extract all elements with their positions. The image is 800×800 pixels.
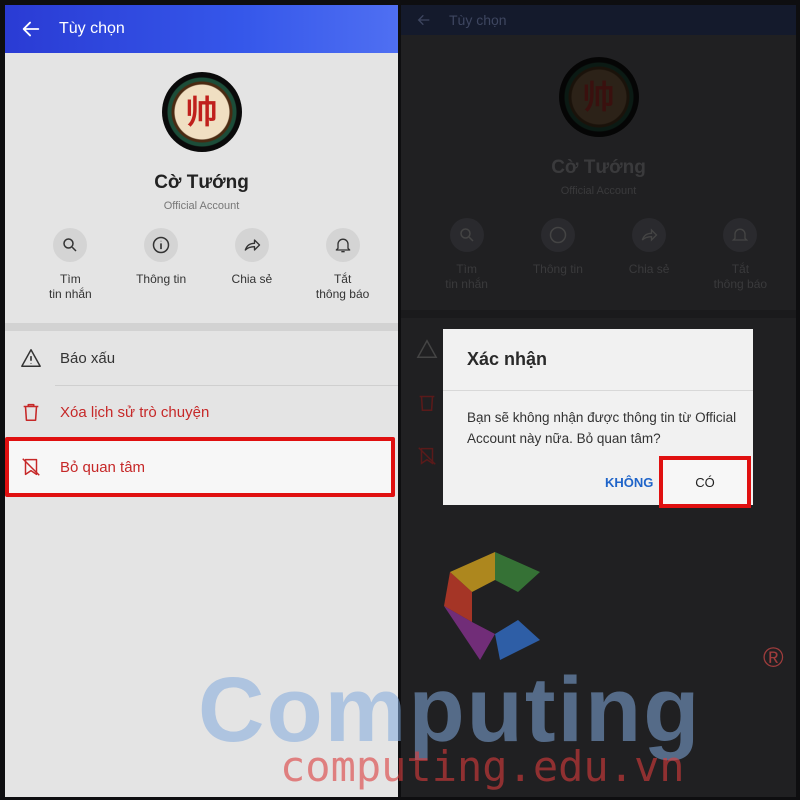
avatar: 帅 [161,72,242,152]
menu-label: Xóa lịch sử trò chuyện [60,403,210,421]
action-mute[interactable]: Tắt thông báo [297,228,388,302]
section-divider [401,310,796,318]
menu-item-report[interactable]: Báo xấu [5,331,398,385]
action-label: Thông tin [532,262,583,276]
action-label: Thông tin [136,272,187,286]
action-label: Tìm tin nhắn [49,272,92,301]
profile-section-dimmed: 帅 Cờ Tướng Official Account [401,57,796,197]
confirm-dialog: Xác nhận Bạn sẽ không nhận được thông ti… [443,329,753,508]
bell-icon [335,238,350,253]
menu-label: Bỏ quan tâm [60,458,146,476]
action-info: Thông tin [512,218,603,292]
right-screen: Tùy chọn 帅 Cờ Tướng Official Account Tìm… [401,5,796,797]
profile-section: 帅 Cờ Tướng Official Account [5,72,398,212]
trash-icon [23,403,39,422]
menu-item-clear-history[interactable]: Xóa lịch sử trò chuyện [5,385,398,439]
avatar-glyph: 帅 [582,79,615,115]
avatar-glyph: 帅 [185,94,218,130]
action-label: Tắt thông báo [315,272,370,301]
unfollow-icon [22,458,40,476]
dialog-divider [443,390,753,391]
app-header: Tùy chọn [5,5,398,53]
header-title: Tùy chọn [59,20,125,37]
back-arrow-icon[interactable] [20,18,42,40]
app-header-dimmed: Tùy chọn [401,5,796,35]
action-label: Tìm tin nhắn [445,262,488,291]
no-button[interactable]: KHÔNG [605,475,653,490]
profile-subtitle: Official Account [560,185,637,197]
menu-item-unfollow[interactable]: Bỏ quan tâm [9,441,391,493]
trash-icon [419,395,435,412]
action-label: Chia sẻ [628,262,670,276]
section-divider [5,323,398,331]
info-icon [549,226,567,244]
share-icon [641,228,658,242]
action-info[interactable]: Thông tin [116,228,207,302]
menu-label: Báo xấu [60,349,116,367]
header-title: Tùy chọn [449,12,507,28]
action-bar-dimmed: Tìm tin nhắn Thông tin Chia sẻ Tắt thông… [421,218,786,292]
action-share: Chia sẻ [604,218,695,292]
profile-subtitle: Official Account [163,200,240,212]
back-arrow-icon [417,14,430,26]
left-screen: Tùy chọn 帅 Cờ Tướng Official Account Tìm… [5,5,398,797]
action-label: Tắt thông báo [713,262,768,291]
unfollow-icon [418,447,436,465]
action-search[interactable]: Tìm tin nhắn [25,228,116,302]
highlight-unfollow[interactable]: Bỏ quan tâm [5,437,395,497]
action-mute: Tắt thông báo [695,218,786,292]
yes-button[interactable]: CÓ [659,456,751,508]
action-label: Chia sẻ [231,272,273,286]
profile-name: Cờ Tướng [551,157,646,178]
search-icon [459,228,474,242]
bell-icon [732,228,749,241]
action-bar: Tìm tin nhắn Thông tin Chia sẻ Tắt thông… [25,228,388,302]
action-search: Tìm tin nhắn [421,218,512,292]
warning-icon [416,339,438,358]
dialog-title: Xác nhận [467,349,548,369]
info-icon [152,236,170,254]
search-icon [63,238,77,252]
dialog-message: Bạn sẽ không nhận được thông tin từ Offi… [467,410,737,446]
profile-name: Cờ Tướng [154,172,249,193]
action-share[interactable]: Chia sẻ [207,228,298,302]
yes-button-label: CÓ [695,474,715,490]
avatar: 帅 [558,57,639,137]
share-icon [244,239,261,251]
warning-icon [21,349,41,367]
